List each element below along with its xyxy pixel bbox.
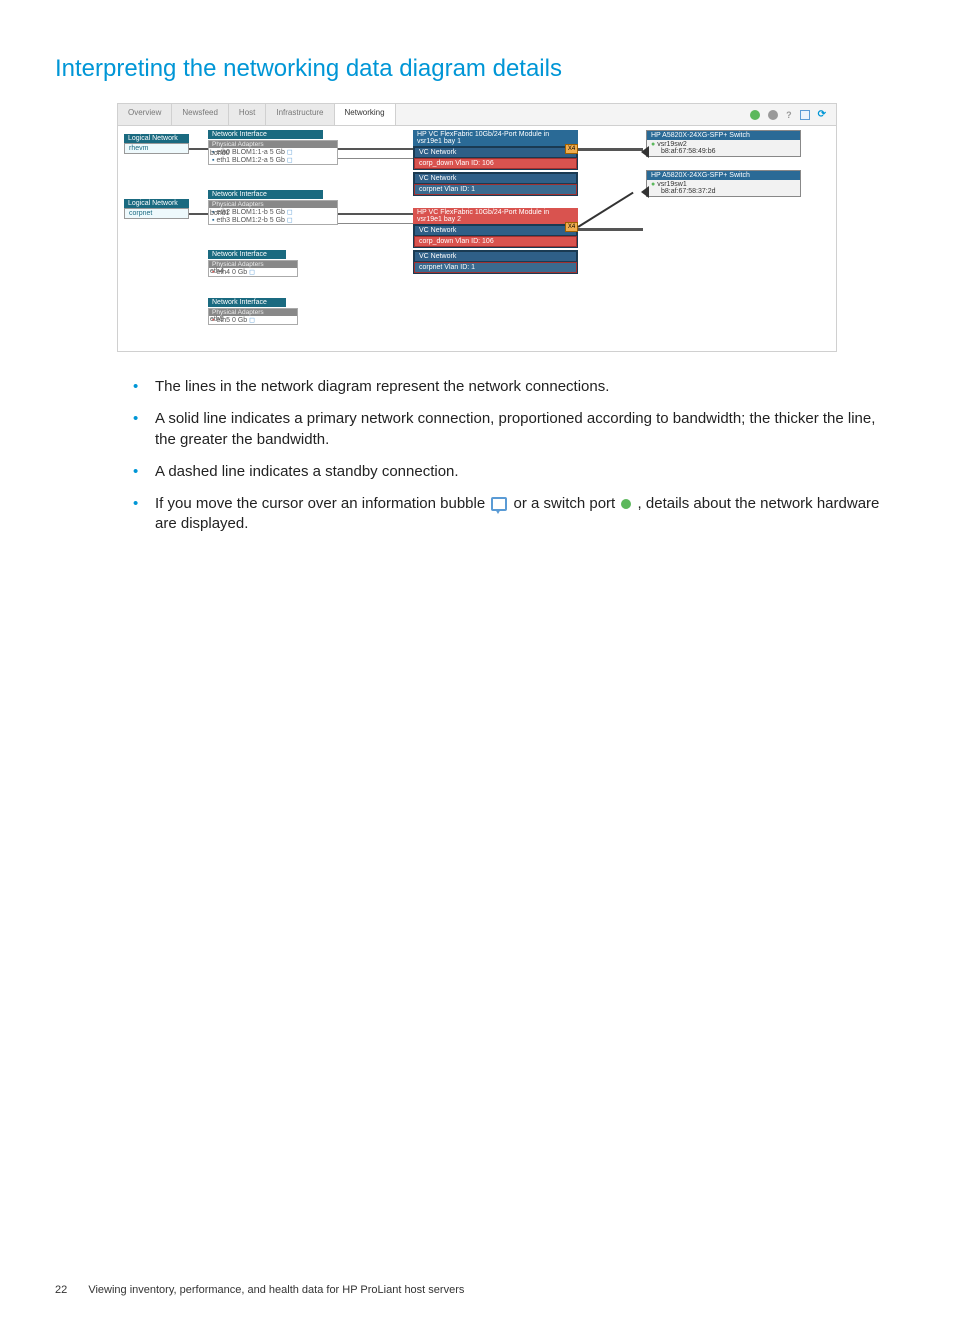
toolbar-icons: ? ⟳: [740, 104, 836, 125]
vc-network-label: VC Network: [414, 173, 577, 184]
status-icon[interactable]: [750, 110, 760, 120]
page-number: 22: [55, 1284, 67, 1296]
tab-bar: Overview Newsfeed Host Infrastructure Ne…: [118, 104, 836, 126]
list-item: A solid line indicates a primary network…: [125, 409, 884, 450]
ni-header: Network Interface: [208, 130, 323, 139]
arrow-icon: [641, 146, 649, 158]
logical-network-label: Logical Network: [124, 199, 189, 208]
module2-title: HP VC FlexFabric 10Gb/24-Port Module in …: [413, 208, 578, 224]
eth4-label: eth4: [210, 268, 224, 275]
ni-header: Network Interface: [208, 190, 323, 199]
eth5-label: eth5: [210, 316, 224, 323]
network-diagram-screenshot: Overview Newsfeed Host Infrastructure Ne…: [117, 103, 837, 352]
bond0-label: bond0: [210, 150, 229, 157]
pa-header: Physical Adapters: [209, 201, 337, 208]
vc-network-label: VC Network: [414, 225, 577, 236]
settings-icon[interactable]: [768, 110, 778, 120]
adapter-eth1[interactable]: ▪ eth1 BLOM1:2-a 5 Gb ◻: [209, 156, 337, 164]
list-item: If you move the cursor over an informati…: [125, 494, 884, 535]
vc-net-detail[interactable]: corp_down Vlan ID: 106: [414, 236, 577, 247]
pa-header: Physical Adapters: [209, 141, 337, 148]
pa-header: Physical Adapters: [209, 261, 297, 268]
tab-newsfeed[interactable]: Newsfeed: [172, 104, 229, 125]
hp-logo-icon: ⟳: [818, 109, 826, 120]
adapter-eth3[interactable]: ▪ eth3 BLOM1:2-b 5 Gb ◻: [209, 216, 337, 224]
switch-port-icon: [621, 499, 631, 509]
tab-networking[interactable]: Networking: [335, 104, 396, 125]
list-item: A dashed line indicates a standby connec…: [125, 462, 884, 482]
arrow-icon: [641, 186, 649, 198]
switch1-name[interactable]: vsr19sw2: [657, 141, 687, 148]
page-footer: 22 Viewing inventory, performance, and h…: [55, 1284, 464, 1296]
vc-network-label: VC Network: [414, 251, 577, 262]
vc-net-detail[interactable]: corpnet Vlan ID: 1: [414, 262, 577, 273]
logical-network-label: Logical Network: [124, 134, 189, 143]
switch1-model: HP A5820X-24XG-SFP+ Switch: [647, 131, 800, 140]
window-icon[interactable]: [800, 110, 810, 120]
module1-title: HP VC FlexFabric 10Gb/24-Port Module in …: [413, 130, 578, 146]
switch1-mac: b8:af:67:58:49:b6: [651, 148, 716, 155]
ni-header: Network Interface: [208, 298, 286, 307]
logical-network-corpnet[interactable]: corpnet: [124, 208, 189, 219]
diagram-canvas: Logical Network rhevm Logical Network co…: [118, 126, 836, 351]
footer-text: Viewing inventory, performance, and heal…: [88, 1284, 464, 1296]
tab-overview[interactable]: Overview: [118, 104, 172, 125]
switch-port[interactable]: X4: [565, 144, 578, 154]
switch2-model: HP A5820X-24XG-SFP+ Switch: [647, 171, 800, 180]
page-title: Interpreting the networking data diagram…: [55, 55, 954, 83]
tab-infrastructure[interactable]: Infrastructure: [266, 104, 334, 125]
vc-net-detail[interactable]: corpnet Vlan ID: 1: [414, 184, 577, 195]
pa-header: Physical Adapters: [209, 309, 297, 316]
switch2-name[interactable]: vsr19sw1: [657, 181, 687, 188]
ni-header: Network Interface: [208, 250, 286, 259]
info-bubble-icon: [491, 497, 507, 511]
logical-network-rhevm[interactable]: rhevm: [124, 143, 189, 154]
vc-net-detail[interactable]: corp_down Vlan ID: 106: [414, 158, 577, 169]
tab-host[interactable]: Host: [229, 104, 266, 125]
vc-network-label: VC Network: [414, 147, 577, 158]
help-icon[interactable]: ?: [786, 110, 792, 120]
bond1-label: bond1: [210, 210, 229, 217]
switch2-mac: b8:af:67:58:37:2d: [651, 188, 716, 195]
switch-port[interactable]: X4: [565, 222, 578, 232]
list-item: The lines in the network diagram represe…: [125, 377, 884, 397]
description-list: The lines in the network diagram represe…: [125, 377, 884, 535]
